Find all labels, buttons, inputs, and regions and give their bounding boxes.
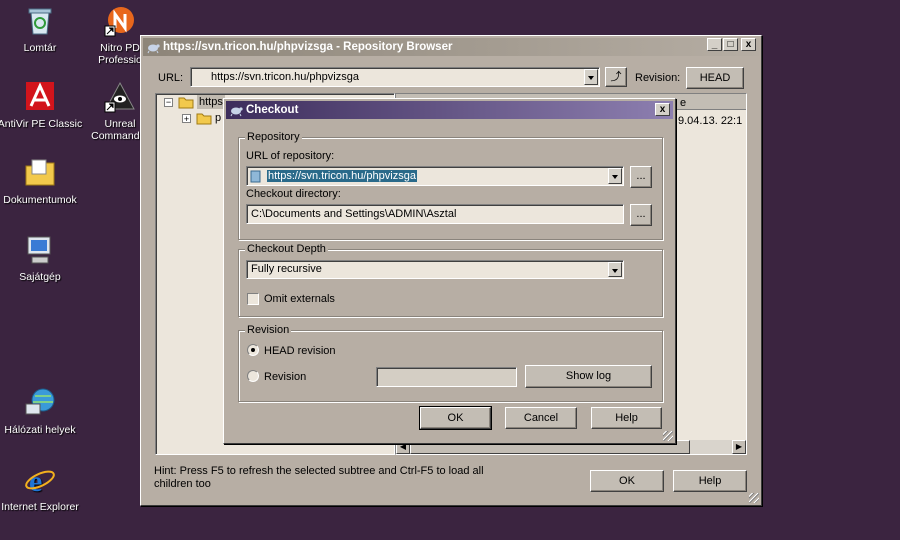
show-log-button[interactable]: Show log [525,365,652,388]
url-label: URL: [158,72,184,84]
repo-help-button[interactable]: Help [673,470,747,492]
recycle-bin-icon [23,4,57,38]
browse-directory-button[interactable]: ... [630,204,652,226]
unreal-commander-icon [103,80,137,114]
checkout-cancel-button[interactable]: Cancel [505,407,577,429]
svg-text:e: e [29,465,42,497]
checkout-directory-label: Checkout directory: [246,188,341,200]
resize-grip[interactable] [749,493,759,503]
repository-url-combobox[interactable]: https://svn.tricon.hu/phpvizsga [246,166,624,186]
checkout-depth-group-label: Checkout Depth [245,243,328,255]
url-combobox[interactable]: https://svn.tricon.hu/phpvizsga [190,67,600,87]
repository-group-label: Repository [245,131,302,143]
checkout-titlebar[interactable]: Checkout [226,101,673,119]
url-dropdown-arrow[interactable] [584,69,598,85]
repo-ok-button[interactable]: OK [590,470,664,492]
scroll-right-button[interactable]: ▶ [732,440,746,454]
go-up-button[interactable]: ⤴ [605,67,627,87]
revision-label: Revision: [635,72,681,84]
antivir-icon [23,80,57,114]
nitro-pdf-icon [103,4,137,38]
tortoise-icon [230,107,243,117]
revision-number-input[interactable] [376,367,517,387]
desktop-icon-label: Hálózati helyek [4,424,76,436]
document-icon [250,170,261,183]
repo-browser-titlebar[interactable]: https://svn.tricon.hu/phpvizsga - Reposi… [143,38,759,56]
desktop-icon-label: Internet Explorer [1,501,79,513]
column-header-date[interactable]: e [680,95,686,111]
close-button[interactable]: x [741,38,756,51]
folder-icon [196,113,212,125]
head-revision-radio[interactable] [247,344,259,356]
desktop-icon-network-places[interactable]: Hálózati helyek [0,386,83,436]
desktop-icon-label: Lomtár [23,42,57,54]
tree-expander-icon[interactable]: + [182,114,191,124]
checkout-depth-dropdown-arrow[interactable] [608,262,622,277]
desktop-icon-documents[interactable]: Dokumentumok [0,156,83,206]
url-of-repository-label: URL of repository: [246,150,335,162]
revision-radio[interactable] [247,370,259,382]
revision-group-label: Revision [245,324,292,336]
desktop-icon-label: Sajátgép [19,271,61,283]
list-cell-date: 9.04.13. 22:1 [678,115,743,127]
minimize-button[interactable]: _ [707,38,722,51]
omit-externals-checkbox[interactable] [247,293,259,305]
tree-root-item[interactable]: https [197,95,225,109]
folder-icon [178,97,194,109]
tree-child-item[interactable]: p [215,111,221,125]
documents-folder-icon [23,156,57,190]
desktop-icon-internet-explorer[interactable]: e Internet Explorer [0,463,83,513]
revision-radio-label[interactable]: Revision [264,371,306,383]
tortoise-icon [147,44,160,54]
desktop-icon-my-computer[interactable]: Sajátgép [0,233,83,283]
omit-externals-label[interactable]: Omit externals [264,293,335,305]
checkout-depth-select[interactable]: Fully recursive [246,260,624,279]
arrow-up-icon: ⤴ [610,71,622,83]
checkout-help-button[interactable]: Help [591,407,662,429]
repository-url-value: https://svn.tricon.hu/phpvizsga [267,170,417,182]
tree-expander-icon[interactable]: − [164,98,173,107]
hint-text: Hint: Press F5 to refresh the selected s… [154,465,484,490]
checkout-dialog: Checkout x Repository URL of repository:… [223,98,676,444]
browse-url-button[interactable]: ... [630,166,652,188]
desktop-icon-antivir[interactable]: AntiVir PE Classic [0,80,83,130]
internet-explorer-icon: e [23,463,57,498]
checkout-resize-grip[interactable] [663,431,673,441]
network-places-icon [23,386,57,420]
repository-url-dropdown-arrow[interactable] [608,168,622,184]
checkout-close-button[interactable]: x [655,103,670,116]
desktop-icon-recycle-bin[interactable]: Lomtár [0,4,83,54]
revision-head-button[interactable]: HEAD [686,67,744,89]
my-computer-icon [23,233,57,267]
maximize-button[interactable]: □ [723,38,738,51]
desktop-icon-label: AntiVir PE Classic [0,118,83,130]
checkout-ok-button[interactable]: OK [419,406,492,430]
checkout-title: Checkout [246,104,299,116]
desktop-icon-label: Dokumentumok [3,194,77,206]
head-revision-label[interactable]: HEAD revision [264,345,336,357]
checkout-directory-input[interactable]: C:\Documents and Settings\ADMIN\Asztal [246,204,624,224]
repo-browser-title: https://svn.tricon.hu/phpvizsga - Reposi… [163,41,453,53]
